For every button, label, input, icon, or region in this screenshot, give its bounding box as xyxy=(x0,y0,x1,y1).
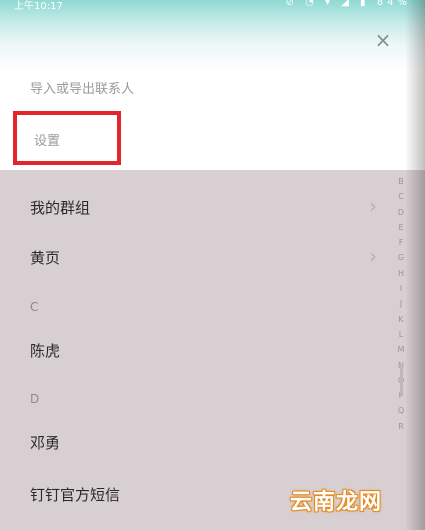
section-header-d: D xyxy=(30,392,40,406)
popup-menu: 上午10:17 ⊘ ◔ ▾ ◢ ▮ 84% × 导入或导出联系人 设置 xyxy=(0,0,425,170)
status-icons: ⊘ ◔ ▾ ◢ ▮ 84% xyxy=(286,0,411,8)
screen: 上午10:17 ⊘ ◔ ▾ ◢ ▮ 84% × 导入或导出联系人 设置 我的群组… xyxy=(0,0,425,530)
contact-item[interactable]: 钉钉官方短信 xyxy=(30,484,120,505)
chevron-right-icon: › xyxy=(369,194,377,218)
close-icon[interactable]: × xyxy=(371,28,395,52)
watermark-logo: 云南龙网 xyxy=(290,490,383,515)
chevron-right-icon: › xyxy=(369,244,377,268)
contacts-list: 我的群组 › 黄页 › C 陈虎 D 邓勇 钉钉官方短信 xyxy=(0,170,425,530)
status-time: 上午10:17 xyxy=(14,1,63,12)
section-header-c: C xyxy=(30,300,39,314)
edge-shadow xyxy=(405,0,425,530)
status-indicator-icons: ⊘ ◔ ▾ ◢ ▮ xyxy=(285,0,370,8)
list-item-my-groups[interactable]: 我的群组 xyxy=(30,197,90,218)
list-item-yellow-pages[interactable]: 黄页 xyxy=(30,247,60,268)
contact-item[interactable]: 邓勇 xyxy=(30,432,60,453)
scroll-indicator xyxy=(400,365,403,395)
highlight-annotation-box xyxy=(13,111,121,165)
contact-item[interactable]: 陈虎 xyxy=(30,340,60,361)
menu-item-import-export[interactable]: 导入或导出联系人 xyxy=(30,78,134,97)
status-bar: 上午10:17 ⊘ ◔ ▾ ◢ ▮ 84% xyxy=(0,0,425,14)
